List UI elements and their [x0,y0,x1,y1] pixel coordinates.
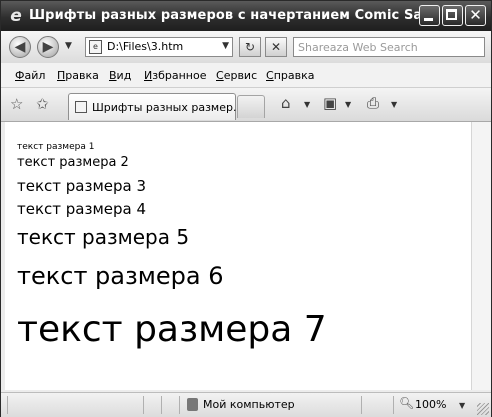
maximize-button[interactable] [442,5,463,26]
menu-edit[interactable]: Правка [57,69,99,82]
status-divider [7,396,8,414]
browser-window: e Шрифты разных размеров с начертанием C… [0,0,492,417]
forward-button[interactable]: ▶ [37,36,59,58]
search-placeholder: Shareaza Web Search [298,41,418,54]
print-dropdown-icon[interactable]: ▼ [391,100,397,109]
stop-button[interactable]: ✕ [265,37,287,57]
text-size-3: текст размера 3 [17,177,147,195]
zoom-level[interactable]: 100% [415,398,446,411]
add-favorites-icon[interactable]: ✩ [36,96,49,112]
security-zone: Мой компьютер [203,398,295,411]
close-button[interactable]: ✕ [465,5,486,26]
zoom-dropdown-icon[interactable]: ▼ [459,401,465,410]
address-url[interactable]: D:\Files\3.htm [107,40,183,53]
status-divider [393,396,394,414]
status-divider [161,396,162,414]
ie-icon: e [10,6,22,26]
address-bar[interactable]: e D:\Files\3.htm ▼ [85,37,233,57]
back-arrow-icon: ◀ [14,39,26,55]
favorites-star-icon[interactable]: ☆ [10,96,23,112]
page-icon [75,101,87,113]
status-divider [143,396,144,414]
stop-icon: ✕ [270,40,282,54]
menu-bar: Файл Правка Вид Избранное Сервис Справка [1,63,491,88]
menu-help[interactable]: Справка [266,69,314,82]
text-size-1: текст размера 1 [17,142,95,152]
tab-label: Шрифты разных размер... [92,101,244,114]
status-divider [179,396,180,414]
text-size-5: текст размера 5 [17,225,190,249]
tab-active[interactable]: Шрифты разных размер... [68,93,243,120]
recent-pages-dropdown[interactable]: ▼ [65,41,72,51]
text-size-4: текст размера 4 [17,200,147,218]
refresh-icon: ↻ [244,40,256,54]
back-button[interactable]: ◀ [9,36,31,58]
refresh-button[interactable]: ↻ [239,37,261,57]
zoom-icon[interactable]: 🔍︎ [399,396,414,410]
close-icon: ✕ [469,6,482,24]
text-size-2: текст размера 2 [17,155,129,170]
new-tab-button[interactable] [237,95,265,118]
text-size-7: текст размера 7 [17,309,327,350]
page-icon: e [89,40,102,54]
page-content: текст размера 1 текст размера 2 текст ра… [5,122,471,390]
feeds-dropdown-icon[interactable]: ▼ [345,100,351,109]
text-size-6: текст размера 6 [17,262,224,290]
search-input[interactable]: Shareaza Web Search [293,37,485,57]
feeds-icon[interactable]: ▣ [323,95,337,111]
status-bar: Мой компьютер 🔍︎ 100% ▼ [1,392,491,417]
print-icon[interactable]: ⎙ [367,95,379,111]
computer-icon [187,398,198,411]
menu-view[interactable]: Вид [109,69,131,82]
home-dropdown-icon[interactable]: ▼ [304,100,310,109]
window-title: Шрифты разных размеров с начертанием Com… [29,8,419,23]
tab-toolbar: ☆ ✩ Шрифты разных размер... ⌂ ▼ ▣ ▼ ⎙ ▼ [1,88,491,122]
status-divider [361,396,362,414]
forward-arrow-icon: ▶ [42,39,54,55]
menu-tools[interactable]: Сервис [216,69,257,82]
vertical-scrollbar[interactable] [471,122,491,390]
address-toolbar: ◀ ▶ ▼ e D:\Files\3.htm ▼ ↻ ✕ Shareaza We… [1,31,491,63]
home-icon[interactable]: ⌂ [281,95,291,111]
menu-file[interactable]: Файл [15,69,45,82]
address-dropdown-icon[interactable]: ▼ [222,41,229,51]
minimize-button[interactable] [419,5,440,26]
resize-grip[interactable] [477,403,489,415]
menu-favorites[interactable]: Избранное [144,69,206,82]
title-bar: e Шрифты разных размеров с начертанием C… [1,1,491,31]
